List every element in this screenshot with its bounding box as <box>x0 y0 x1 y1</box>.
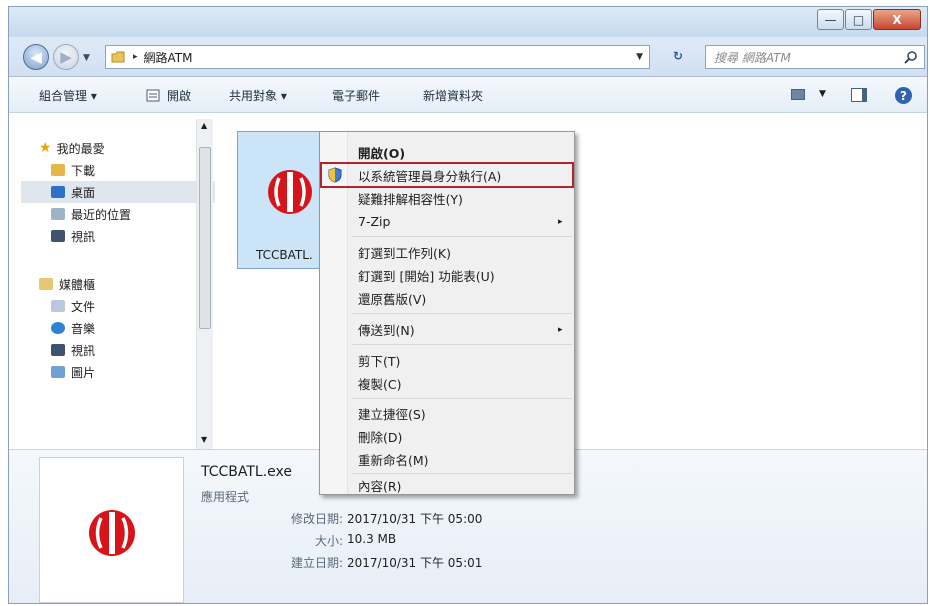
nav-item-videos[interactable]: 視訊 <box>39 225 221 247</box>
back-button[interactable]: ◀ <box>23 44 49 70</box>
modified-value: 2017/10/31 下午 05:00 <box>347 512 483 526</box>
menu-item-copy[interactable]: 複製(C) <box>358 373 401 393</box>
nav-item-recent[interactable]: 最近的位置 <box>39 203 221 225</box>
folder-icon <box>111 51 125 63</box>
organize-button[interactable]: 組合管理 ▾ <box>39 87 97 105</box>
email-button[interactable]: 電子郵件 <box>332 87 380 105</box>
star-icon: ★ <box>39 140 52 156</box>
details-type: 應用程式 <box>201 490 250 504</box>
menu-item-open[interactable]: 開啟(O) <box>358 142 405 162</box>
video-icon <box>51 230 65 242</box>
forward-button[interactable]: ▶ <box>53 44 79 70</box>
view-options-icon[interactable] <box>791 89 805 100</box>
open-button[interactable]: 開啟 <box>167 87 191 105</box>
help-icon[interactable]: ? <box>895 87 912 104</box>
scroll-down-icon[interactable]: ▼ <box>201 435 207 444</box>
minimize-button[interactable]: — <box>817 9 844 30</box>
downloads-icon <box>51 164 65 176</box>
maximize-button[interactable]: □ <box>845 9 872 30</box>
menu-item-run-as-admin[interactable]: 以系統管理員身分執行(A) <box>358 165 501 185</box>
share-button[interactable]: 共用對象 ▾ <box>229 87 287 105</box>
menu-item-7zip[interactable]: 7-Zip <box>358 211 390 231</box>
nav-item-videos-library[interactable]: 視訊 <box>39 339 221 361</box>
recent-pages-dropdown-icon[interactable]: ▼ <box>83 53 90 63</box>
menu-separator <box>352 236 572 237</box>
nav-item-libraries[interactable]: 媒體櫃 <box>39 273 221 295</box>
new-folder-button[interactable]: 新增資料夾 <box>423 87 483 105</box>
size-label: 大小: <box>314 534 343 548</box>
menu-item-troubleshoot[interactable]: 疑難排解相容性(Y) <box>358 188 463 208</box>
menu-separator <box>352 398 572 399</box>
submenu-arrow-icon: ▸ <box>558 325 563 335</box>
created-value: 2017/10/31 下午 05:01 <box>347 556 483 570</box>
menu-item-properties[interactable]: 內容(R) <box>358 475 401 495</box>
menu-item-pin-taskbar[interactable]: 釘選到工作列(K) <box>358 242 451 262</box>
address-dropdown-icon[interactable]: ▼ <box>636 52 643 62</box>
modified-label: 修改日期: <box>290 512 343 526</box>
breadcrumb-arrow-icon[interactable]: ▸ <box>133 52 138 62</box>
refresh-icon[interactable]: ↻ <box>673 49 695 67</box>
file-name: TCCBATL. <box>256 248 313 262</box>
search-input[interactable]: 搜尋 網路ATM <box>705 45 925 69</box>
menu-item-delete[interactable]: 刪除(D) <box>358 426 402 446</box>
nav-list: ★ 我的最愛 下載 桌面 最近的位置 視訊 媒體櫃 文件 音樂 視訊 圖片 <box>21 137 221 383</box>
title-bar: — □ X <box>9 7 927 37</box>
menu-item-pin-start[interactable]: 釘選到 [開始] 功能表(U) <box>358 265 495 285</box>
nav-item-music[interactable]: 音樂 <box>39 317 221 339</box>
menu-separator <box>352 473 572 474</box>
menu-separator <box>352 313 572 314</box>
nav-item-downloads[interactable]: 下載 <box>39 159 221 181</box>
desktop-icon <box>51 186 65 198</box>
nav-item-pictures[interactable]: 圖片 <box>39 361 221 383</box>
menu-separator <box>352 344 572 345</box>
details-filename: TCCBATL.exe <box>201 464 293 480</box>
uac-shield-icon <box>328 167 342 183</box>
search-icon[interactable] <box>904 50 918 64</box>
nav-item-documents[interactable]: 文件 <box>39 295 221 317</box>
app-logo-icon <box>268 170 312 214</box>
nav-scrollbar[interactable]: ▲ ▼ <box>196 119 213 449</box>
explorer-window: — □ X ◀ ▶ ▼ ▸ 網路ATM ▼ ↻ 搜尋 網路ATM 組合管理 ▾ <box>8 6 928 604</box>
context-menu: 開啟(O) 以系統管理員身分執行(A) 疑難排解相容性(Y) 7-Zip ▸ 釘… <box>319 131 575 495</box>
details-thumbnail <box>39 457 184 603</box>
pictures-icon <box>51 366 65 378</box>
nav-item-desktop[interactable]: 桌面 <box>21 181 221 203</box>
menu-item-cut[interactable]: 剪下(T) <box>358 350 400 370</box>
menu-item-send-to[interactable]: 傳送到(N) <box>358 319 415 339</box>
view-dropdown-icon[interactable]: ▼ <box>819 89 826 99</box>
scrollbar-thumb[interactable] <box>199 147 211 329</box>
recent-places-icon <box>51 208 65 220</box>
scroll-up-icon[interactable]: ▲ <box>201 121 207 130</box>
submenu-arrow-icon: ▸ <box>558 217 563 227</box>
open-icon <box>146 89 160 102</box>
menu-item-rename[interactable]: 重新命名(M) <box>358 449 429 469</box>
navigation-pane: ★ 我的最愛 下載 桌面 最近的位置 視訊 媒體櫃 文件 音樂 視訊 圖片 <box>9 113 221 449</box>
address-bar[interactable]: ▸ 網路ATM ▼ <box>105 45 650 69</box>
command-bar: 組合管理 ▾ 開啟 共用對象 ▾ 電子郵件 新增資料夾 ▼ ? <box>9 77 927 113</box>
menu-item-restore[interactable]: 還原舊版(V) <box>358 288 426 308</box>
documents-icon <box>51 300 65 312</box>
address-row: ◀ ▶ ▼ ▸ 網路ATM ▼ ↻ 搜尋 網路ATM <box>9 37 927 77</box>
menu-item-create-shortcut[interactable]: 建立捷徑(S) <box>358 403 426 423</box>
app-logo-icon <box>89 510 135 556</box>
libraries-icon <box>39 278 53 290</box>
preview-pane-icon[interactable] <box>851 88 867 102</box>
size-value: 10.3 MB <box>347 532 397 546</box>
close-button[interactable]: X <box>873 9 921 30</box>
music-icon <box>51 322 65 334</box>
nav-item-favorites[interactable]: ★ 我的最愛 <box>39 137 221 159</box>
created-label: 建立日期: <box>290 556 343 570</box>
video-icon <box>51 344 65 356</box>
breadcrumb-current[interactable]: 網路ATM <box>144 49 193 66</box>
